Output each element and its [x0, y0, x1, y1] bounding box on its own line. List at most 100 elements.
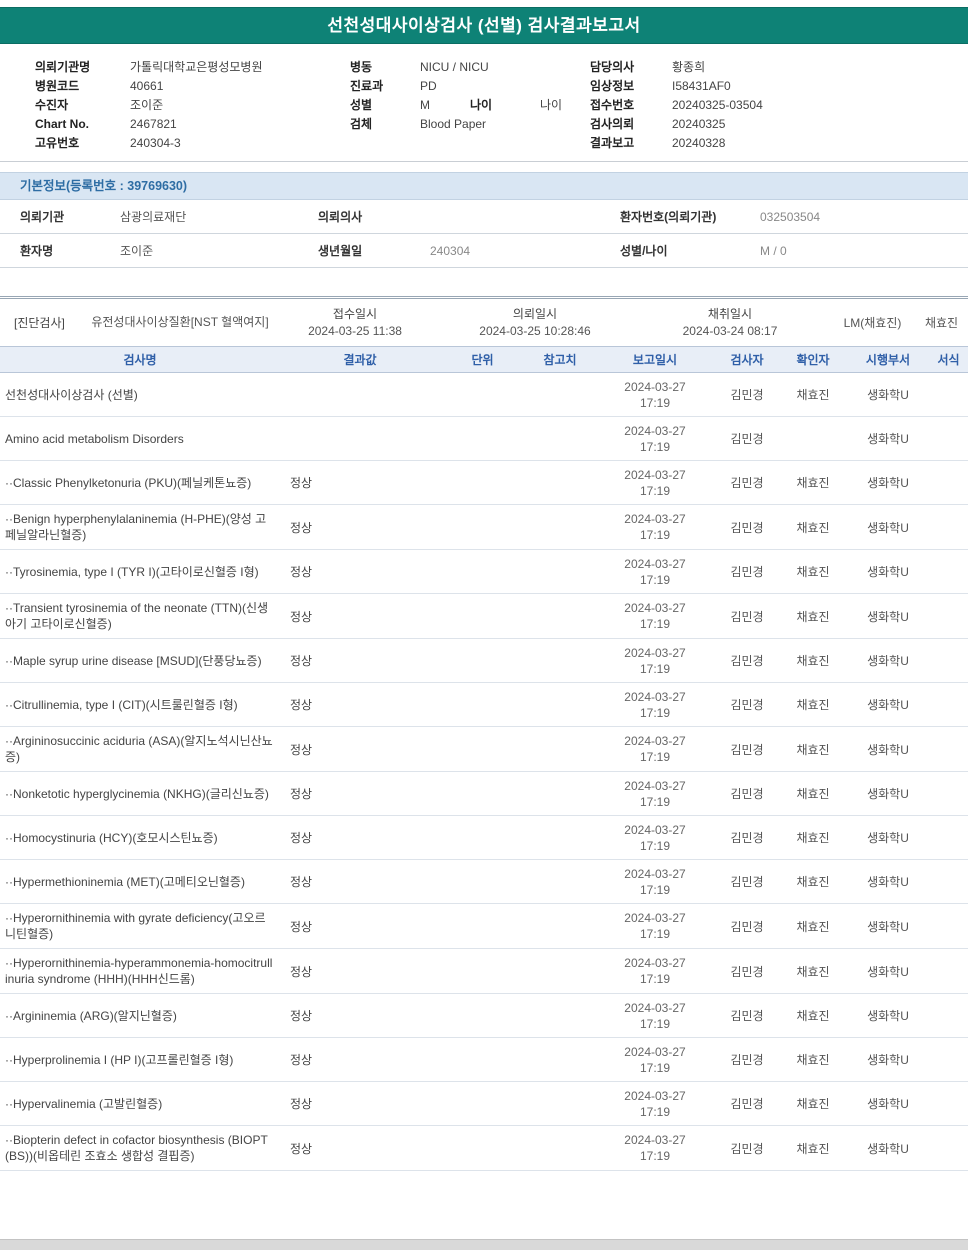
tester-name: 김민경 [730, 919, 764, 934]
reported-datetime-text: 2024-03-27 17:19 [624, 911, 686, 941]
header-confirmer[interactable]: 확인자 [779, 347, 847, 372]
result-row[interactable]: ··Argininemia (ARG)(알지닌혈증) 정상 2024-03-27… [0, 994, 968, 1038]
result-value: 정상 [290, 742, 313, 757]
basic-info-row: 의뢰기관 삼광의료재단 의뢰의사 환자번호(의뢰기관) 032503504 [0, 200, 968, 234]
header-field-row: 접수번호 20240325-03504 [590, 96, 968, 115]
result-value: 정상 [290, 919, 313, 934]
test-name: ··Hypermethioninemia (MET)(고메티오닌혈증) [5, 874, 245, 889]
reported-datetime-text: 2024-03-27 17:19 [624, 1044, 686, 1075]
result-row[interactable]: ··Transient tyrosinemia of the neonate (… [0, 594, 968, 639]
result-row[interactable]: ··Hyperprolinemia I (HP I)(고프롤린혈증 I형) 정상… [0, 1038, 968, 1082]
header-field-row: 수진자 조이준 [35, 96, 350, 115]
test-name: ··Hyperornithinemia-hyperammonemia-homoc… [5, 956, 273, 986]
result-row[interactable]: ··Homocystinuria (HCY)(호모시스틴뇨증) 정상 2024-… [0, 816, 968, 860]
reported-datetime: 2024-03-27 17:19 [595, 467, 715, 499]
department-name: 생화학U [867, 1009, 909, 1023]
result-row[interactable]: 선천성대사이상검사 (선별) 2024-03-27 17:19 김민경 채효진 … [0, 373, 968, 417]
reported-datetime: 2024-03-27 17:19 [595, 511, 715, 543]
confirmer-name: 채효진 [796, 565, 830, 579]
result-row[interactable]: ··Nonketotic hyperglycinemia (NKHG)(글리신뇨… [0, 772, 968, 816]
basic-info-section: 기본정보(등록번호 : 39769630) 의뢰기관 삼광의료재단 의뢰의사 환… [0, 172, 968, 268]
header-unit[interactable]: 단위 [440, 347, 525, 372]
diagnostic-section: [진단검사] 유전성대사이상질환[NST 혈액여지] 접수일시 2024-03-… [0, 296, 968, 346]
test-name: ··Classic Phenylketonuria (PKU)(페닐케톤뇨증) [5, 475, 252, 490]
basic-info-label: 의뢰의사 [318, 210, 363, 224]
field-label: 병동 [350, 60, 373, 74]
field-value: 가톨릭대학교은평성모병원 [130, 60, 263, 74]
result-row[interactable]: ··Hypervalinemia (고발린혈증) 정상 2024-03-27 1… [0, 1082, 968, 1126]
reported-datetime: 2024-03-27 17:19 [595, 1000, 715, 1032]
header-field-row: 검사의뢰 20240325 [590, 115, 968, 134]
header-form[interactable]: 서식 [929, 347, 968, 372]
result-row[interactable]: ··Hyperornithinemia-hyperammonemia-homoc… [0, 949, 968, 994]
field-label: 수진자 [35, 98, 69, 112]
diag-datetime-value: 2024-03-25 10:28:46 [479, 323, 591, 338]
confirmer-name: 채효진 [796, 476, 830, 490]
result-row[interactable]: ··Citrullinemia, type I (CIT)(시트룰린혈증 I형)… [0, 683, 968, 727]
field-label: 의뢰기관명 [35, 60, 91, 74]
basic-info-value: 032503504 [760, 209, 821, 224]
field-value: 20240325-03504 [672, 98, 763, 112]
test-name: ··Nonketotic hyperglycinemia (NKHG)(글리신뇨… [5, 786, 269, 801]
header-department[interactable]: 시행부서 [847, 347, 929, 372]
field-label: 담당의사 [590, 60, 635, 74]
header-field-row: 병원코드 40661 [35, 77, 350, 96]
basic-info-value: 240304 [430, 243, 471, 258]
field-value: 40661 [130, 79, 164, 93]
reported-datetime-text: 2024-03-27 17:19 [624, 956, 686, 986]
field-label-2 [470, 77, 540, 96]
basic-info-rows: 의뢰기관 삼광의료재단 의뢰의사 환자번호(의뢰기관) 032503504 환자… [0, 200, 968, 268]
header-tester[interactable]: 검사자 [715, 347, 779, 372]
patient-header-middle: 병동 NICU / NICU 진료과 PD 성별 M 나이 나이 검체 Bloo… [350, 58, 590, 153]
confirmer-name: 채효진 [796, 698, 830, 712]
result-row[interactable]: Amino acid metabolism Disorders 2024-03-… [0, 417, 968, 461]
header-result[interactable]: 결과값 [280, 347, 440, 372]
diag-datetime: 접수일시 2024-03-25 11:38 [270, 306, 440, 340]
reported-datetime-text: 2024-03-27 17:19 [624, 1000, 686, 1031]
header-test-name[interactable]: 검사명 [0, 347, 280, 372]
confirmer-name: 채효진 [796, 609, 830, 624]
reported-datetime: 2024-03-27 17:19 [595, 423, 715, 455]
reported-datetime: 2024-03-27 17:19 [595, 822, 715, 854]
header-reported[interactable]: 보고일시 [595, 347, 715, 372]
result-row[interactable]: ··Biopterin defect in cofactor biosynthe… [0, 1126, 968, 1171]
field-label-2 [489, 58, 559, 77]
basic-info-value: 삼광의료재단 [120, 210, 187, 224]
result-row[interactable]: ··Hypermethioninemia (MET)(고메티오닌혈증) 정상 2… [0, 860, 968, 904]
reported-datetime: 2024-03-27 17:19 [595, 645, 715, 677]
test-name: 선천성대사이상검사 (선별) [5, 387, 138, 402]
result-row[interactable]: ··Hyperornithinemia with gyrate deficien… [0, 904, 968, 949]
reported-datetime-text: 2024-03-27 17:19 [624, 689, 686, 720]
result-row[interactable]: ··Argininosuccinic aciduria (ASA)(알지노석시닌… [0, 727, 968, 772]
result-row[interactable]: ··Classic Phenylketonuria (PKU)(페닐케톤뇨증) … [0, 461, 968, 505]
result-value: 정상 [290, 520, 313, 535]
header-divider [0, 161, 968, 162]
result-value: 정상 [290, 1009, 313, 1023]
result-value: 정상 [290, 787, 313, 801]
basic-info-value: M / 0 [760, 243, 787, 258]
reported-datetime: 2024-03-27 17:19 [595, 379, 715, 411]
header-field-row: 결과보고 20240328 [590, 134, 968, 153]
department-name: 생화학U [867, 609, 909, 624]
field-label-2 [725, 134, 807, 153]
reported-datetime-text: 2024-03-27 17:19 [624, 601, 686, 631]
department-name: 생화학U [867, 787, 909, 801]
field-label-2 [177, 115, 272, 134]
header-field-row: 검체 Blood Paper [350, 115, 590, 134]
basic-info-value: 조이준 [120, 244, 154, 258]
result-row[interactable]: ··Tyrosinemia, type I (TYR I)(고타이로신혈증 I형… [0, 550, 968, 594]
department-name: 생화학U [867, 875, 909, 889]
test-name: ··Tyrosinemia, type I (TYR I)(고타이로신혈증 I형… [5, 564, 259, 579]
reported-datetime: 2024-03-27 17:19 [595, 733, 715, 765]
header-reference[interactable]: 참고치 [525, 347, 595, 372]
confirmer-name: 채효진 [796, 654, 830, 668]
tester-name: 김민경 [730, 654, 764, 668]
horizontal-scrollbar[interactable] [0, 1239, 968, 1250]
field-label: 진료과 [350, 79, 384, 93]
field-label: Chart No. [35, 117, 89, 131]
result-row[interactable]: ··Maple syrup urine disease [MSUD](단풍당뇨증… [0, 639, 968, 683]
result-value: 정상 [290, 609, 313, 624]
reported-datetime: 2024-03-27 17:19 [595, 1088, 715, 1120]
result-row[interactable]: ··Benign hyperphenylalaninemia (H-PHE)(양… [0, 505, 968, 550]
diag-datetime-label: 접수일시 [332, 306, 378, 321]
